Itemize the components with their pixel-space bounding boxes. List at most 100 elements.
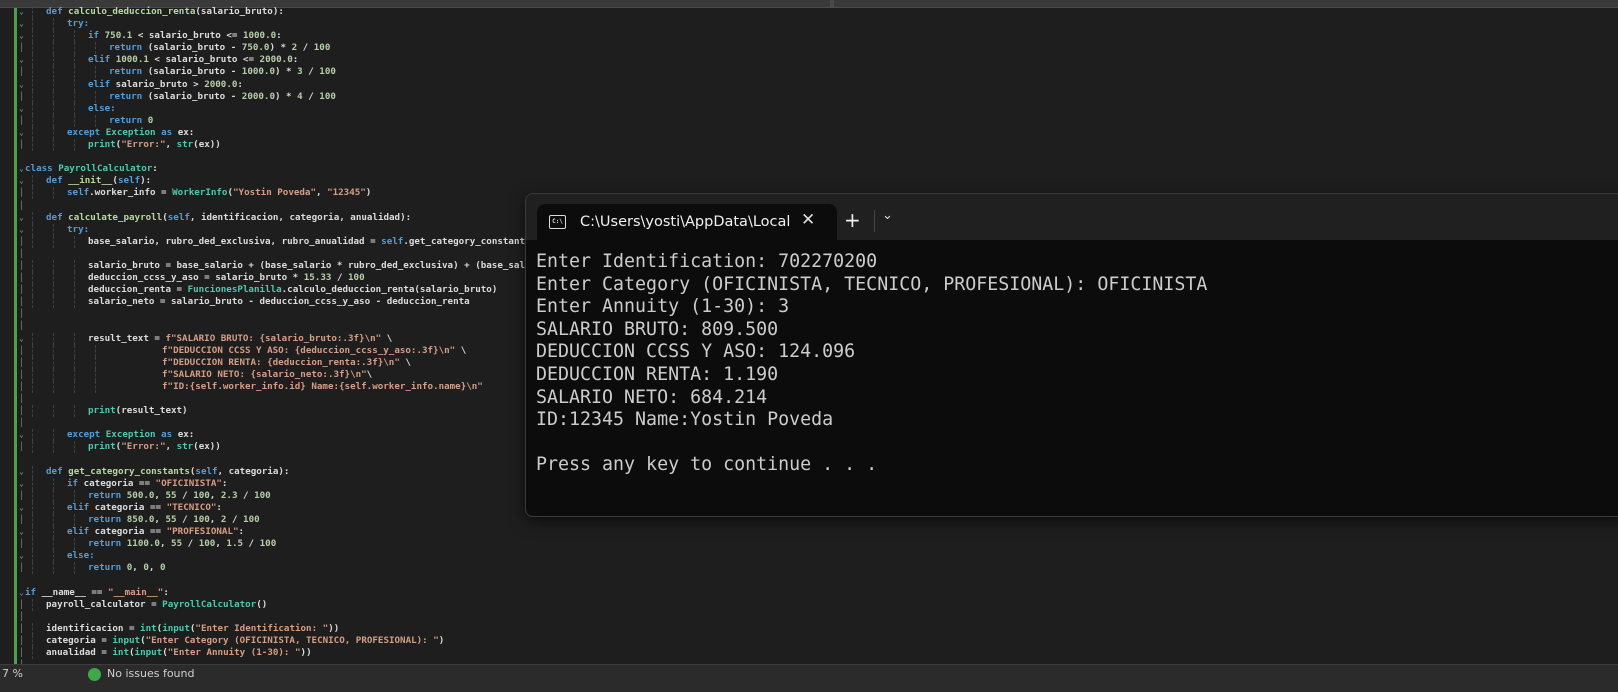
close-tab-icon[interactable]: ✕ xyxy=(801,210,815,230)
indent-guide xyxy=(32,78,33,91)
code-text: elif salario_bruto > 2000.0: xyxy=(88,78,243,90)
issues-indicator[interactable]: No issues found xyxy=(88,667,194,681)
code-text: salario_neto = salario_bruto - deduccion… xyxy=(88,296,470,308)
indent-guide xyxy=(53,126,54,139)
code-line[interactable]: │ return (salario_bruto - 1000.0) * 3 / 1… xyxy=(0,66,1618,79)
code-line[interactable]: │ anualidad = int(input("Enter Annuity (1… xyxy=(0,646,1618,659)
code-line[interactable]: │ identificacion = int(input("Enter Ident… xyxy=(0,622,1618,635)
code-line[interactable]: │ return (salario_bruto - 750.0) * 2 / 10… xyxy=(0,42,1618,55)
fold-chevron-icon[interactable]: ⌄ xyxy=(19,550,24,562)
code-text: f"SALARIO NETO: {salario_neto:.3f}\n"\ xyxy=(162,368,373,380)
indent-guide xyxy=(53,272,54,285)
code-line[interactable]: ⌄ elif 1000.1 < salario_bruto <= 2000.0: xyxy=(0,54,1618,67)
fold-chevron-icon[interactable]: ⌄ xyxy=(19,163,24,175)
code-line[interactable]: ⌄ class PayrollCalculator: xyxy=(0,163,1618,175)
code-line[interactable]: ⌄ if __name__ == "__main__": xyxy=(0,587,1618,599)
indent-guide xyxy=(95,66,96,79)
fold-chevron-icon[interactable]: ⌄ xyxy=(19,18,24,30)
indent-guide xyxy=(74,441,75,454)
code-line[interactable]: │ return 0, 0, 0 xyxy=(0,562,1618,575)
indent-guide xyxy=(74,78,75,91)
code-text: return (salario_bruto - 1000.0) * 3 / 10… xyxy=(109,66,336,78)
indent-guide xyxy=(53,501,54,514)
fold-guide: │ xyxy=(19,381,24,391)
indent-guide xyxy=(74,114,75,127)
fold-chevron-icon[interactable]: ⌄ xyxy=(19,6,24,18)
indent-guide xyxy=(95,368,96,381)
code-line[interactable]: │ print("Error:", str(ex)) xyxy=(0,139,1618,152)
code-line[interactable]: ⌄ try: xyxy=(0,18,1618,31)
fold-chevron-icon[interactable]: ⌄ xyxy=(19,212,24,224)
indent-guide xyxy=(32,30,33,43)
indent-guide xyxy=(95,90,96,103)
fold-chevron-icon[interactable]: ⌄ xyxy=(19,54,24,66)
code-line[interactable]: ⌄ def calculo_deduccion_renta(salario_bru… xyxy=(0,6,1618,18)
fold-chevron-icon[interactable]: ⌄ xyxy=(19,127,24,139)
fold-chevron-icon[interactable]: ⌄ xyxy=(19,175,24,187)
code-line[interactable]: │ return (salario_bruto - 2000.0) * 4 / 1… xyxy=(0,90,1618,103)
indent-guide xyxy=(32,634,33,647)
fold-guide: │ xyxy=(19,442,24,452)
new-tab-button[interactable]: + xyxy=(844,208,861,232)
terminal-tab[interactable]: C:\ C:\Users\yosti\AppData\Local ✕ xyxy=(537,204,837,240)
terminal-line: SALARIO NETO: 684.214 xyxy=(536,386,768,408)
fold-chevron-icon[interactable]: ⌄ xyxy=(19,429,24,441)
terminal-line: SALARIO BRUTO: 809.500 xyxy=(536,318,779,340)
fold-chevron-icon[interactable]: ⌄ xyxy=(19,333,24,345)
code-line[interactable]: ⌄ except Exception as ex: xyxy=(0,126,1618,139)
code-line[interactable]: ⌄ if 750.1 < salario_bruto <= 1000.0: xyxy=(0,30,1618,43)
code-line[interactable]: ⌄ else: xyxy=(0,550,1618,563)
indent-guide xyxy=(53,284,54,297)
code-line[interactable]: ⌄ def __init__(self): xyxy=(0,175,1618,188)
indent-guide xyxy=(32,562,33,575)
code-text: categoria = input("Enter Category (OFICI… xyxy=(46,634,445,646)
indent-guide xyxy=(53,429,54,442)
fold-chevron-icon[interactable]: ⌄ xyxy=(19,79,24,91)
fold-chevron-icon[interactable]: ⌄ xyxy=(19,587,24,599)
indent-guide xyxy=(32,441,33,454)
indent-guide xyxy=(32,538,33,551)
fold-chevron-icon[interactable]: ⌄ xyxy=(19,502,24,514)
code-line[interactable]: │ xyxy=(0,611,1618,623)
indent-guide xyxy=(32,296,33,309)
terminal-line: DEDUCCION CCSS Y ASO: 124.096 xyxy=(536,341,856,363)
indent-guide xyxy=(53,332,54,345)
indent-guide xyxy=(74,344,75,357)
status-bar: 7 % No issues found xyxy=(0,664,1618,692)
code-line[interactable]: │ return 1100.0, 55 / 100, 1.5 / 100 xyxy=(0,538,1618,551)
indent-guide xyxy=(74,405,75,418)
indent-guide xyxy=(32,513,33,526)
fold-guide: │ xyxy=(19,394,24,403)
fold-guide: │ xyxy=(19,248,24,258)
zoom-level[interactable]: 7 % xyxy=(2,667,23,680)
code-text: except Exception as ex: xyxy=(67,429,195,441)
code-line[interactable] xyxy=(0,574,1618,586)
fold-chevron-icon[interactable]: ⌄ xyxy=(19,526,24,538)
indent-guide xyxy=(95,344,96,357)
code-line[interactable]: ⌄ elif salario_bruto > 2000.0: xyxy=(0,78,1618,91)
code-text: def __init__(self): xyxy=(46,175,152,187)
fold-chevron-icon[interactable]: ⌄ xyxy=(19,466,24,478)
code-line[interactable] xyxy=(0,151,1618,163)
code-text: return 0 xyxy=(109,114,154,126)
code-text: def calculate_payroll(self, identificaci… xyxy=(46,211,412,223)
terminal-output[interactable]: Enter Identification: 702270200 Enter Cat… xyxy=(536,251,1207,477)
code-line[interactable]: │ payroll_calculator = PayrollCalculator(… xyxy=(0,598,1618,611)
fold-chevron-icon[interactable]: ⌄ xyxy=(19,30,24,42)
chevron-down-icon[interactable]: ⌄ xyxy=(882,208,893,223)
code-line[interactable]: ⌄ else: xyxy=(0,102,1618,115)
code-line[interactable]: │ return 0 xyxy=(0,114,1618,127)
indent-guide xyxy=(32,622,33,635)
fold-chevron-icon[interactable]: ⌄ xyxy=(19,224,24,236)
fold-chevron-icon[interactable]: ⌄ xyxy=(19,478,24,490)
indent-guide xyxy=(74,66,75,79)
code-text: except Exception as ex: xyxy=(67,126,195,138)
indent-guide xyxy=(32,90,33,103)
code-line[interactable]: │ categoria = input("Enter Category (OFIC… xyxy=(0,634,1618,647)
indent-guide xyxy=(32,66,33,79)
terminal-window[interactable]: C:\ C:\Users\yosti\AppData\Local ✕ + ⌄ E… xyxy=(525,193,1618,517)
code-line[interactable]: ⌄ elif categoria == "PROFESIONAL": xyxy=(0,526,1618,539)
fold-chevron-icon[interactable]: ⌄ xyxy=(19,103,24,115)
fold-guide: │ xyxy=(19,357,24,367)
code-text: print("Error:", str(ex)) xyxy=(88,139,221,151)
